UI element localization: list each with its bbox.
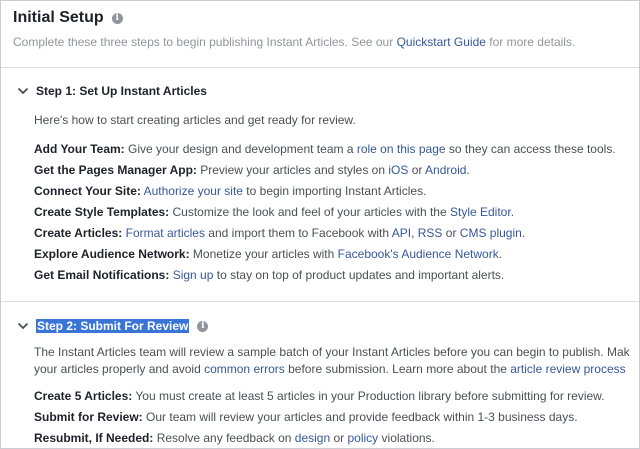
article-review-process-link[interactable]: article review process <box>510 362 625 376</box>
item-label: Add Your Team: <box>34 142 125 156</box>
quickstart-guide-link[interactable]: Quickstart Guide <box>397 35 486 49</box>
item-text: violations. <box>378 431 435 445</box>
item-text: Customize the look and feel of your arti… <box>169 205 450 219</box>
subtitle-text-end: for more details. <box>485 35 576 49</box>
item-text: . <box>498 247 503 261</box>
list-item: Create 5 Articles: You must create at le… <box>34 386 639 407</box>
chevron-down-icon[interactable] <box>17 320 29 332</box>
item-label: Create 5 Articles: <box>34 389 133 403</box>
item-text: or <box>408 163 426 177</box>
divider <box>1 301 639 302</box>
list-item: Resubmit, If Needed: Resolve any feedbac… <box>34 428 639 448</box>
subtitle-text: Complete these three steps to begin publ… <box>13 35 397 49</box>
step-2-section: Step 2: Submit For Review i The Instant … <box>1 316 639 448</box>
policy-link[interactable]: policy <box>348 431 379 445</box>
item-text: or <box>442 226 460 240</box>
item-text: Our team will review your articles and p… <box>142 410 578 424</box>
item-text: and import them to Facebook with <box>204 226 392 240</box>
android-link[interactable]: Android <box>425 163 466 177</box>
item-label: Resubmit, If Needed: <box>34 431 154 445</box>
step-2-header[interactable]: Step 2: Submit For Review i <box>1 316 639 336</box>
list-item: Get Email Notifications: Sign up to stay… <box>34 265 639 286</box>
divider <box>1 67 639 68</box>
item-label: Get the Pages Manager App: <box>34 163 197 177</box>
list-item: Submit for Review: Our team will review … <box>34 407 639 428</box>
item-label: Connect Your Site: <box>34 184 141 198</box>
api-link[interactable]: API <box>392 226 411 240</box>
page-title: Initial Setup <box>13 9 104 26</box>
item-text: before submission. Learn more about the <box>284 362 511 376</box>
item-text: so they can access these tools. <box>445 142 616 156</box>
item-label: Get Email Notifications: <box>34 268 170 282</box>
item-text: Monetize your articles with <box>189 247 338 261</box>
item-text: You must create at least 5 articles in y… <box>132 389 605 403</box>
item-text: . <box>521 226 526 240</box>
list-item: Connect Your Site: Authorize your site t… <box>34 181 639 202</box>
item-label: Create Articles: <box>34 226 123 240</box>
setup-panel: Initial Setup i Complete these three ste… <box>0 0 640 449</box>
item-text: or <box>330 431 348 445</box>
step-2-intro: The Instant Articles team will review a … <box>34 344 639 378</box>
page-subtitle: Complete these three steps to begin publ… <box>13 35 633 49</box>
list-item: Explore Audience Network: Monetize your … <box>34 244 639 265</box>
list-item: Get the Pages Manager App: Preview your … <box>34 160 639 181</box>
item-text: your articles properly and avoid <box>34 362 205 376</box>
cms-plugin-link[interactable]: CMS plugin <box>460 226 522 240</box>
item-text: Resolve any feedback on <box>153 431 295 445</box>
sign-up-link[interactable]: Sign up <box>173 268 214 282</box>
setup-header: Initial Setup i Complete these three ste… <box>13 7 633 49</box>
item-label: Explore Audience Network: <box>34 247 190 261</box>
step-1-section: Step 1: Set Up Instant Articles Here's h… <box>1 81 639 286</box>
list-item: Add Your Team: Give your design and deve… <box>34 139 639 160</box>
step-2-intro-line-2: your articles properly and avoid common … <box>34 361 639 378</box>
style-editor-link[interactable]: Style Editor <box>450 205 511 219</box>
design-link[interactable]: design <box>295 431 330 445</box>
rss-link[interactable]: RSS <box>418 226 443 240</box>
authorize-site-link[interactable]: Authorize your site <box>144 184 243 198</box>
common-errors-link[interactable]: common errors <box>204 362 285 376</box>
audience-network-link[interactable]: Facebook's Audience Network <box>338 247 499 261</box>
item-text: . <box>466 163 470 177</box>
step-2-intro-line-1: The Instant Articles team will review a … <box>34 345 630 359</box>
info-icon[interactable]: i <box>111 12 123 24</box>
item-label: Submit for Review: <box>34 410 143 424</box>
info-icon[interactable]: i <box>197 320 209 332</box>
item-text: Give your design and development team a <box>124 142 357 156</box>
role-on-page-link[interactable]: role on this page <box>357 142 446 156</box>
list-item: Create Style Templates: Customize the lo… <box>34 202 639 223</box>
list-item: Create Articles: Format articles and imp… <box>34 223 639 244</box>
item-text: to begin importing Instant Articles. <box>242 184 427 198</box>
item-label: Create Style Templates: <box>34 205 170 219</box>
item-text: to stay on top of product updates and im… <box>213 268 505 282</box>
ios-link[interactable]: iOS <box>388 163 408 177</box>
step-1-intro: Here's how to start creating articles an… <box>34 113 356 127</box>
item-text: . <box>510 205 515 219</box>
step-2-title: Step 2: Submit For Review <box>36 319 190 333</box>
item-text: , <box>411 226 418 240</box>
step-1-header[interactable]: Step 1: Set Up Instant Articles <box>1 81 639 101</box>
format-articles-link[interactable]: Format articles <box>126 226 205 240</box>
step-1-title: Step 1: Set Up Instant Articles <box>36 84 207 98</box>
item-text: Preview your articles and styles on <box>196 163 389 177</box>
chevron-down-icon[interactable] <box>17 85 29 97</box>
